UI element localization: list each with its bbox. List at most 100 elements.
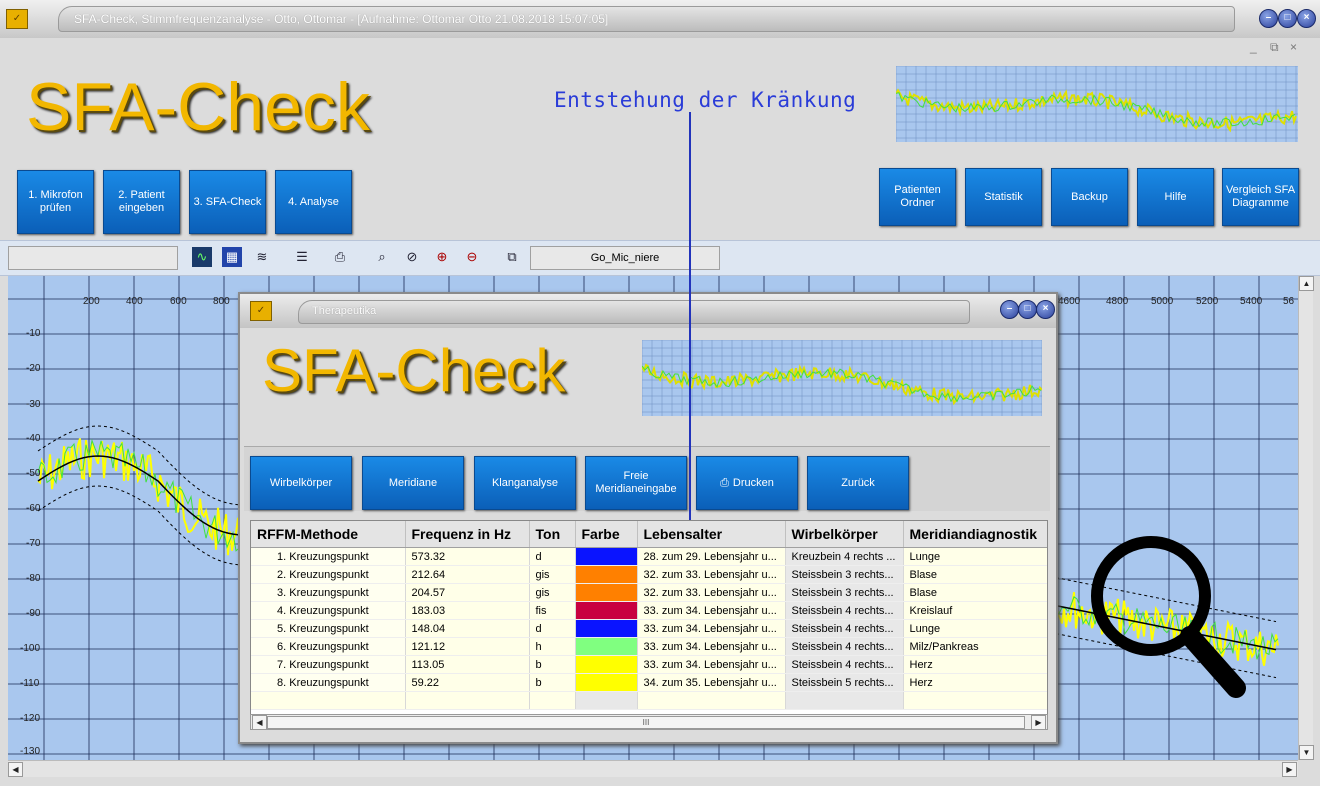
- hilfe-button[interactable]: Hilfe: [1137, 168, 1214, 226]
- zurueck-button[interactable]: Zurück: [807, 456, 909, 510]
- table-row[interactable]: 1. Kreuzungspunkt 573.32 d 28. zum 29. Lebe…: [251, 547, 1047, 566]
- scroll-right-icon[interactable]: ▶: [1282, 762, 1297, 777]
- table-row[interactable]: 6. Kreuzungspunkt 121.12 h 33. zum 34. Lebe…: [251, 637, 1047, 656]
- x-tick: 800: [213, 296, 230, 307]
- mdi-close-icon[interactable]: ×: [1290, 40, 1297, 54]
- statistik-button[interactable]: Statistik: [965, 168, 1042, 226]
- scroll-up-icon[interactable]: ▲: [1299, 276, 1314, 291]
- zoom-icon[interactable]: ⌕: [372, 247, 392, 267]
- empty-cell: [529, 691, 576, 710]
- patient-eingeben-button[interactable]: 2. Patient eingeben: [103, 170, 180, 234]
- column-header[interactable]: RFFM-Methode: [251, 521, 406, 548]
- maximize-icon[interactable]: □: [1278, 9, 1297, 28]
- empty-cell: [251, 691, 406, 710]
- meridian-cell: Milz/Pankreas: [903, 637, 1047, 656]
- column-header[interactable]: Ton: [529, 521, 576, 548]
- x-tick: 4600: [1058, 296, 1081, 307]
- empty-cell: [903, 691, 1047, 710]
- ton-cell: b: [529, 655, 576, 674]
- name-cell: 2. Kreuzungspunkt: [251, 565, 406, 584]
- print-icon[interactable]: ⎙: [330, 247, 350, 267]
- minimize-icon[interactable]: –: [1259, 9, 1278, 28]
- table-header-row: RFFM-Methode Frequenz in Hz Ton Farbe Le…: [251, 521, 1047, 548]
- wirbel-cell: Steissbein 3 rechts...: [785, 565, 904, 584]
- column-header[interactable]: Meridiandiagnostik: [903, 521, 1047, 548]
- age-cell: 33. zum 34. Lebensjahr u...: [637, 655, 786, 674]
- plot-horizontal-scrollbar[interactable]: ◀ ▶: [8, 760, 1298, 777]
- y-tick: -30: [26, 399, 41, 410]
- annotation-label: Entstehung der Kränkung: [554, 88, 857, 112]
- lines-icon[interactable]: ☰: [292, 247, 312, 267]
- table-horizontal-scrollbar[interactable]: ◀ III ▶: [250, 714, 1048, 730]
- column-header[interactable]: Wirbelkörper: [785, 521, 904, 548]
- close-icon[interactable]: ×: [1297, 9, 1316, 28]
- spectrum-icon[interactable]: ▦: [222, 247, 242, 267]
- vergleich-sfa-diagramme-button[interactable]: Vergleich SFA Diagramme: [1222, 168, 1299, 226]
- meridian-cell: Herz: [903, 673, 1047, 692]
- mdi-restore-icon[interactable]: ⧉: [1270, 40, 1279, 55]
- ton-cell: h: [529, 637, 576, 656]
- table-scroll-thumb[interactable]: III: [267, 716, 1025, 729]
- age-cell: 28. zum 29. Lebensjahr u...: [637, 547, 786, 566]
- klanganalyse-button[interactable]: Klanganalyse: [474, 456, 576, 510]
- meridiane-button[interactable]: Meridiane: [362, 456, 464, 510]
- y-tick: -10: [26, 328, 41, 339]
- x-tick: 5400: [1240, 296, 1263, 307]
- color-swatch-cell: [575, 583, 638, 602]
- column-header[interactable]: Frequenz in Hz: [405, 521, 530, 548]
- age-cell: 33. zum 34. Lebensjahr u...: [637, 601, 786, 620]
- dialog-minimize-icon[interactable]: –: [1000, 300, 1019, 319]
- scroll-left-icon[interactable]: ◀: [8, 762, 23, 777]
- analyse-button[interactable]: 4. Analyse: [275, 170, 352, 234]
- backup-button[interactable]: Backup: [1051, 168, 1128, 226]
- freq-cell: 212.64: [405, 565, 530, 584]
- dialog-close-icon[interactable]: ×: [1036, 300, 1055, 319]
- color-swatch: [575, 566, 636, 583]
- empty-cell: [637, 691, 786, 710]
- age-cell: 34. zum 35. Lebensjahr u...: [637, 673, 786, 692]
- table-row[interactable]: 7. Kreuzungspunkt 113.05 b 33. zum 34. Lebe…: [251, 655, 1047, 674]
- age-cell: 33. zum 34. Lebensjahr u...: [637, 619, 786, 638]
- column-header[interactable]: Farbe: [575, 521, 638, 548]
- scroll-down-icon[interactable]: ▼: [1299, 745, 1314, 760]
- freie-meridianeingabe-button[interactable]: Freie Meridianeingabe: [585, 456, 687, 510]
- drucken-label: Drucken: [732, 476, 774, 489]
- plot-vertical-scrollbar[interactable]: ▲ ▼: [1298, 276, 1314, 760]
- table-row[interactable]: 8. Kreuzungspunkt 59.22 b 34. zum 35. Leben…: [251, 673, 1047, 692]
- table-scroll-left-icon[interactable]: ◀: [252, 715, 267, 730]
- drucken-button[interactable]: ⎙ Drucken: [696, 456, 798, 510]
- table-row[interactable]: 4. Kreuzungspunkt 183.03 fis 33. zum 34. Le…: [251, 601, 1047, 620]
- mdi-minimize-icon[interactable]: _: [1250, 40, 1257, 54]
- dialog-maximize-icon[interactable]: □: [1018, 300, 1037, 319]
- wirbel-cell: Steissbein 5 rechts...: [785, 673, 904, 692]
- wirbelkoerper-button[interactable]: Wirbelkörper: [250, 456, 352, 510]
- mikrofon-pruefen-button[interactable]: 1. Mikrofon prüfen: [17, 170, 94, 234]
- layers-icon[interactable]: ≋: [252, 247, 272, 267]
- name-cell: 7. Kreuzungspunkt: [251, 655, 406, 674]
- app-logo: SFA-Check: [26, 69, 370, 145]
- color-swatch-cell: [575, 547, 638, 566]
- color-swatch-cell: [575, 619, 638, 638]
- table-body: 1. Kreuzungspunkt 573.32 d 28. zum 29. Lebe…: [251, 547, 1047, 710]
- zoom-in-icon[interactable]: ⊕: [432, 247, 452, 267]
- freq-cell: 148.04: [405, 619, 530, 638]
- annotation-pointer-line: [689, 112, 691, 520]
- freq-cell: 59.22: [405, 673, 530, 692]
- y-tick: -20: [26, 363, 41, 374]
- sfa-check-button[interactable]: 3. SFA-Check: [189, 170, 266, 234]
- table-row[interactable]: 3. Kreuzungspunkt 204.57 gis 32. zum 33. Le…: [251, 583, 1047, 602]
- therapeutika-dialog: ✓ Therapeutika – □ × SFA-Check Wirbelkör…: [238, 292, 1058, 744]
- app-icon: ✓: [6, 9, 28, 29]
- freq-cell: 113.05: [405, 655, 530, 674]
- table-row[interactable]: 2. Kreuzungspunkt 212.64 gis 32. zum 33. Le…: [251, 565, 1047, 584]
- table-scroll-right-icon[interactable]: ▶: [1031, 715, 1046, 730]
- patienten-ordner-button[interactable]: Patienten Ordner: [879, 168, 956, 226]
- windows-icon[interactable]: ⧉: [502, 247, 522, 267]
- waveform-icon[interactable]: ∿: [192, 247, 212, 267]
- column-header[interactable]: Lebensalter: [637, 521, 786, 548]
- wirbel-cell: Steissbein 4 rechts...: [785, 619, 904, 638]
- zoom-out-icon[interactable]: ⊖: [462, 247, 482, 267]
- y-tick: -110: [20, 678, 40, 689]
- table-row[interactable]: 5. Kreuzungspunkt 148.04 d 33. zum 34. Lebe…: [251, 619, 1047, 638]
- zoom-reset-icon[interactable]: ⊘: [402, 247, 422, 267]
